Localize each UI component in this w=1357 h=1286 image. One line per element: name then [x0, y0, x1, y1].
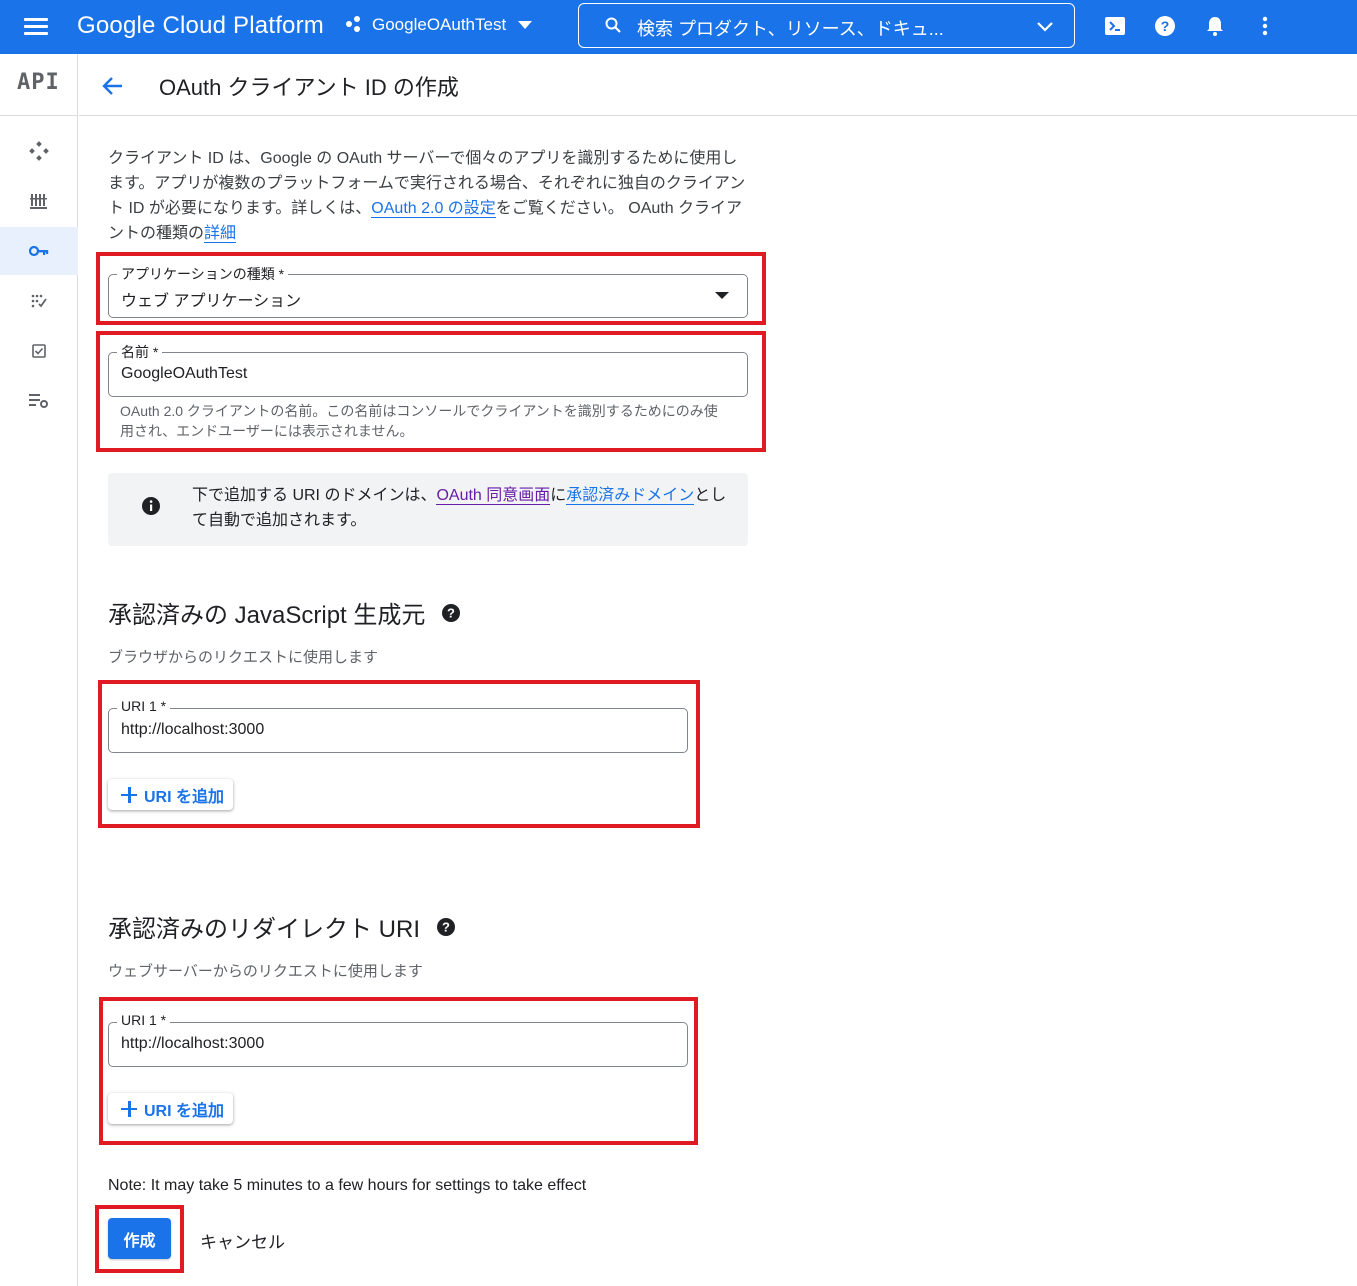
project-dots-icon — [346, 16, 364, 34]
menu-icon[interactable] — [24, 15, 50, 39]
left-nav-rail: API — [0, 54, 78, 1286]
info-text-part: 下で追加する URI のドメインは、 — [192, 487, 437, 504]
intro-paragraph: クライアント ID は、Google の OAuth サーバーで個々のアプリを識… — [108, 146, 753, 246]
plus-icon — [121, 786, 137, 803]
nav-page-usage[interactable] — [0, 377, 78, 425]
field-label: URI 1 * — [117, 1012, 171, 1028]
dropdown-arrow-icon — [715, 292, 729, 299]
more-vert-icon[interactable] — [1253, 14, 1277, 38]
field-label: 名前 * — [117, 342, 163, 362]
nav-domain-verification[interactable] — [0, 327, 78, 375]
search-bar[interactable]: 検索 プロダクト、リソース、ドキュ... — [578, 3, 1075, 48]
nav-dashboard[interactable] — [0, 127, 78, 175]
search-icon — [605, 17, 621, 33]
section-heading: 承認済みのリダイレクト URI — [108, 916, 420, 943]
help-icon[interactable]: ? — [441, 603, 461, 623]
nav-consent-screen[interactable] — [0, 277, 78, 325]
info-banner: 下で追加する URI のドメインは、OAuth 同意画面に承認済みドメインとして… — [108, 473, 748, 546]
project-name: GoogleOAuthTest — [372, 15, 507, 34]
js-origins-desc: ブラウザからのリクエストに使用します — [108, 649, 379, 666]
nav-library[interactable] — [0, 177, 78, 225]
info-text: 下で追加する URI のドメインは、OAuth 同意画面に承認済みドメインとして… — [192, 483, 732, 533]
key-icon — [29, 245, 49, 257]
button-label: URI を追加 — [144, 1102, 225, 1120]
search-placeholder: 検索 プロダクト、リソース、ドキュ... — [637, 19, 944, 39]
oauth-settings-link[interactable]: OAuth 2.0 の設定 — [371, 200, 496, 218]
library-icon — [30, 194, 47, 209]
redirect-uris-desc: ウェブサーバーからのリクエストに使用します — [108, 963, 423, 980]
dashboard-icon — [29, 141, 49, 161]
api-logo: API — [17, 70, 60, 95]
settings-note: Note: It may take 5 minutes to a few hou… — [108, 1177, 587, 1194]
checkbox-icon — [32, 344, 46, 358]
brand-title[interactable]: Google Cloud Platform — [77, 12, 324, 40]
plus-icon — [121, 1100, 137, 1117]
nav-credentials[interactable] — [0, 227, 78, 275]
divider — [0, 115, 78, 116]
redirect-uris-title: 承認済みのリダイレクト URI ? — [108, 909, 456, 944]
info-text-part: に — [550, 487, 567, 504]
js-origins-title: 承認済みの JavaScript 生成元 ? — [108, 595, 461, 630]
page-title: OAuth クライアント ID の作成 — [159, 75, 459, 100]
section-heading: 承認済みの JavaScript 生成元 — [108, 602, 426, 629]
input-value: http://localhost:3000 — [121, 721, 265, 738]
svg-text:?: ? — [1161, 18, 1170, 34]
cancel-button[interactable]: キャンセル — [200, 1228, 285, 1253]
info-icon — [142, 497, 160, 515]
help-icon[interactable]: ? — [436, 917, 456, 937]
name-hint: OAuth 2.0 クライアントの名前。この名前はコンソールでクライアントを識別… — [120, 403, 718, 439]
notifications-icon[interactable] — [1203, 14, 1227, 38]
name-input[interactable]: 名前 * GoogleOAuthTest — [108, 342, 748, 397]
js-origin-uri-input[interactable]: URI 1 * http://localhost:3000 — [108, 698, 688, 753]
project-selector[interactable]: GoogleOAuthTest — [346, 15, 533, 35]
details-link[interactable]: 詳細 — [204, 225, 237, 243]
chevron-down-icon[interactable] — [1036, 17, 1054, 35]
field-label: URI 1 * — [117, 698, 171, 714]
field-label: アプリケーションの種類 * — [117, 264, 289, 284]
settings-list-icon — [29, 394, 48, 408]
top-app-bar: Google Cloud Platform GoogleOAuthTest 検索… — [0, 0, 1357, 54]
input-value: GoogleOAuthTest — [121, 365, 248, 382]
authorized-domains-link[interactable]: 承認済みドメイン — [566, 487, 695, 505]
chevron-down-icon — [518, 21, 533, 29]
help-icon[interactable]: ? — [1153, 14, 1177, 38]
back-arrow-icon[interactable] — [101, 74, 125, 98]
page-header: OAuth クライアント ID の作成 — [79, 54, 1357, 116]
input-value: http://localhost:3000 — [121, 1035, 265, 1052]
redirect-uri-input[interactable]: URI 1 * http://localhost:3000 — [108, 1012, 688, 1067]
button-label: URI を追加 — [144, 788, 225, 806]
consent-icon — [31, 294, 47, 308]
svg-text:?: ? — [447, 605, 455, 620]
create-button[interactable]: 作成 — [108, 1218, 171, 1259]
selected-value: ウェブ アプリケーション — [121, 293, 302, 310]
add-redirect-uri-button[interactable]: URI を追加 — [108, 1093, 233, 1124]
svg-text:?: ? — [442, 919, 450, 934]
cloud-shell-icon[interactable] — [1103, 14, 1127, 38]
application-type-select[interactable]: アプリケーションの種類 * ウェブ アプリケーション — [108, 264, 748, 318]
add-js-origin-button[interactable]: URI を追加 — [108, 779, 233, 810]
oauth-consent-link[interactable]: OAuth 同意画面 — [436, 487, 551, 505]
